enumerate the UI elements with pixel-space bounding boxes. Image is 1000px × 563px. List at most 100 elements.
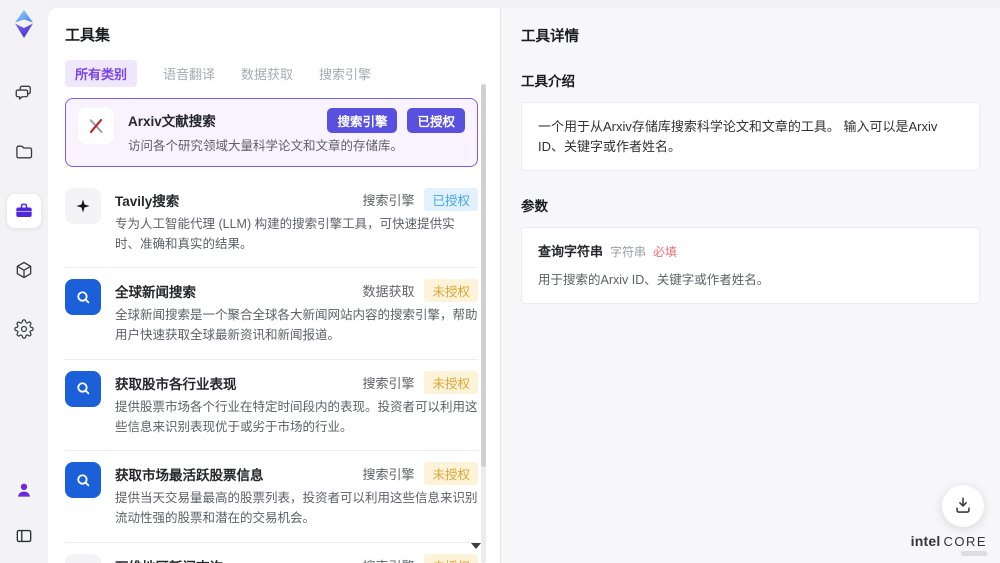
tab-search-engine[interactable]: 搜索引擎 xyxy=(319,60,371,87)
tool-name: 全球新闻搜索 xyxy=(115,285,196,301)
scrollbar[interactable] xyxy=(481,84,486,563)
tab-voice-translate[interactable]: 语音翻译 xyxy=(163,60,215,87)
sparkle-icon xyxy=(65,187,101,224)
sidebar-item-files[interactable] xyxy=(7,135,41,169)
download-icon xyxy=(952,494,974,519)
intro-text: 一个用于从Arxiv存储库搜索科学论文和文章的工具。 输入可以是Arxiv ID… xyxy=(538,119,938,154)
download-button[interactable] xyxy=(942,485,984,527)
tool-description: 访问各个研究领域大量科学论文和文章的存储库。 xyxy=(128,139,404,153)
param-box: 查询字符串 字符串 必填 用于搜索的Arxiv ID、关键字或作者姓名。 xyxy=(521,227,980,305)
tool-name: 万维地区新闻查询 xyxy=(115,554,223,563)
tool-top-row: 全球新闻搜索 数据获取 未授权 xyxy=(115,279,478,303)
scrollbar-thumb[interactable] xyxy=(481,84,486,468)
tool-top-row: 获取市场最活跃股票信息 搜索引擎 未授权 xyxy=(115,462,478,486)
tab-data-fetch[interactable]: 数据获取 xyxy=(241,60,293,87)
sidebar-item-collapse[interactable] xyxy=(7,519,41,553)
tool-category-badge: 搜索引擎 xyxy=(362,556,414,563)
tool-top-row: Arxiv文献搜索 搜索引擎 已授权 xyxy=(128,108,465,133)
brand-intel-text: intel xyxy=(910,533,941,549)
tool-description: 提供当天交易量最高的股票列表，投资者可以利用这些信息来识别流动性强的股票和潜在的… xyxy=(115,491,478,525)
tool-list: Arxiv文献搜索 搜索引擎 已授权 访问各个研究领域大量科学论文和文章的存储库… xyxy=(65,98,478,563)
tool-card[interactable]: Arxiv文献搜索 搜索引擎 已授权 访问各个研究领域大量科学论文和文章的存储库… xyxy=(65,98,478,167)
tool-top-row: 万维地区新闻查询 搜索引擎 未授权 xyxy=(115,553,478,563)
sidebar-item-packages[interactable] xyxy=(7,253,41,287)
sidebar-item-chat[interactable] xyxy=(7,76,41,110)
tool-category-badge: 搜索引擎 xyxy=(362,192,415,208)
icon-rail xyxy=(0,0,48,563)
tool-badges: 数据获取 未授权 xyxy=(362,279,478,303)
param-name: 查询字符串 xyxy=(538,244,604,259)
tool-badges: 搜索引擎 已授权 xyxy=(362,187,478,211)
tool-body: Tavily搜索 搜索引擎 已授权 专为人工智能代理 (LLM) 构建的搜索引擎… xyxy=(115,187,478,255)
tool-badges: 搜索引擎 未授权 xyxy=(362,462,478,486)
tool-body: 获取股市各行业表现 搜索引擎 未授权 提供股票市场各个行业在特定时间段内的表现。… xyxy=(115,370,478,438)
sidebar-item-account[interactable] xyxy=(7,473,41,507)
param-description: 用于搜索的Arxiv ID、关键字或作者姓名。 xyxy=(538,272,770,287)
param-required-badge: 必填 xyxy=(653,245,678,259)
package-icon xyxy=(14,260,34,280)
params-heading: 参数 xyxy=(521,199,548,214)
category-tabs: 所有类别 语音翻译 数据获取 搜索引擎 xyxy=(65,60,478,87)
app-logo-icon xyxy=(8,8,40,40)
tool-description: 全球新闻搜索是一个聚合全球各大新闻网站内容的搜索引擎，帮助用户快速获取全球最新资… xyxy=(115,308,478,342)
tool-card[interactable]: 万维地区新闻查询 搜索引擎 未授权 查询具体行政区划内的新闻，快速了解各地新闻动… xyxy=(65,543,478,563)
chat-icon xyxy=(14,83,34,103)
tool-card[interactable]: Tavily搜索 搜索引擎 已授权 专为人工智能代理 (LLM) 构建的搜索引擎… xyxy=(65,177,478,269)
tab-all-categories[interactable]: 所有类别 xyxy=(65,60,138,87)
tool-name: 获取股市各行业表现 xyxy=(115,376,237,392)
sidebar-item-settings[interactable] xyxy=(7,312,41,346)
tool-top-row: 获取股市各行业表现 搜索引擎 未授权 xyxy=(115,370,478,394)
tool-body: 获取市场最活跃股票信息 搜索引擎 未授权 提供当天交易量最高的股票列表，投资者可… xyxy=(115,462,478,529)
tool-card[interactable]: 获取股市各行业表现 搜索引擎 未授权 提供股票市场各个行业在特定时间段内的表现。… xyxy=(65,360,478,452)
settings-icon xyxy=(14,319,34,339)
tool-badges: 搜索引擎 未授权 xyxy=(362,553,478,563)
tools-panel: 工具集 所有类别 语音翻译 数据获取 搜索引擎 Arxiv文献搜索 搜索引擎 已… xyxy=(48,8,500,563)
tool-name: Tavily搜索 xyxy=(115,193,180,209)
tool-name: Arxiv文献搜索 xyxy=(128,114,216,129)
tool-name: 获取市场最活跃股票信息 xyxy=(115,468,264,484)
toolbox-icon xyxy=(14,201,34,221)
tool-status-badge: 未授权 xyxy=(424,370,478,394)
page-title: 工具集 xyxy=(65,27,111,44)
tool-badges: 搜索引擎 未授权 xyxy=(362,370,478,394)
tool-description: 专为人工智能代理 (LLM) 构建的搜索引擎工具，可快速提供实时、准确和真实的结… xyxy=(115,216,455,251)
scroll-down-arrow-icon[interactable] xyxy=(471,543,481,549)
tool-category-badge: 搜索引擎 xyxy=(362,467,415,483)
rail-nav xyxy=(7,76,41,346)
panel-toggle-icon xyxy=(14,526,34,546)
tool-card[interactable]: 全球新闻搜索 数据获取 未授权 全球新闻搜索是一个聚合全球各大新闻网站内容的搜索… xyxy=(65,268,478,360)
brand-core-text: CORE xyxy=(943,534,987,549)
tool-category-badge: 数据获取 xyxy=(362,284,415,300)
search-blue-icon xyxy=(65,462,101,499)
sidebar-item-tools[interactable] xyxy=(7,194,41,228)
tool-body: 全球新闻搜索 数据获取 未授权 全球新闻搜索是一个聚合全球各大新闻网站内容的搜索… xyxy=(115,279,478,346)
user-icon xyxy=(14,480,34,500)
param-type: 字符串 xyxy=(610,245,647,259)
tool-status-badge: 已授权 xyxy=(407,108,465,133)
detail-title: 工具详情 xyxy=(521,29,579,45)
param-header: 查询字符串 字符串 必填 xyxy=(538,242,963,262)
tool-top-row: Tavily搜索 搜索引擎 已授权 xyxy=(115,187,478,211)
tool-status-badge: 已授权 xyxy=(424,187,478,211)
brand-sub-badge xyxy=(961,551,987,556)
content-area: 工具集 所有类别 语音翻译 数据获取 搜索引擎 Arxiv文献搜索 搜索引擎 已… xyxy=(48,8,1000,563)
app-window: 工具集 所有类别 语音翻译 数据获取 搜索引擎 Arxiv文献搜索 搜索引擎 已… xyxy=(0,0,1000,563)
search-blue-icon xyxy=(65,370,101,407)
tool-badges: 搜索引擎 已授权 xyxy=(327,108,465,133)
tool-category-badge: 搜索引擎 xyxy=(327,108,398,133)
tool-description: 提供股票市场各个行业在特定时间段内的表现。投资者可以利用这些信息来识别表现优于或… xyxy=(115,399,478,434)
tool-card[interactable]: 获取市场最活跃股票信息 搜索引擎 未授权 提供当天交易量最高的股票列表，投资者可… xyxy=(65,451,478,543)
tool-category-badge: 搜索引擎 xyxy=(362,375,415,391)
intro-heading: 工具介绍 xyxy=(521,74,575,89)
intro-box: 一个用于从Arxiv存储库搜索科学论文和文章的工具。 输入可以是Arxiv ID… xyxy=(521,102,980,171)
tool-status-badge: 未授权 xyxy=(424,462,478,486)
intel-core-logo: intel CORE xyxy=(911,533,987,556)
tool-body: 万维地区新闻查询 搜索引擎 未授权 查询具体行政区划内的新闻，快速了解各地新闻动… xyxy=(115,553,478,563)
arxiv-icon xyxy=(78,108,114,144)
news-icon xyxy=(65,553,101,563)
search-blue-icon xyxy=(65,279,101,316)
rail-bottom xyxy=(7,473,41,553)
tool-body: Arxiv文献搜索 搜索引擎 已授权 访问各个研究领域大量科学论文和文章的存储库… xyxy=(128,108,465,157)
folder-icon xyxy=(14,142,34,162)
tool-status-badge: 未授权 xyxy=(424,553,478,563)
